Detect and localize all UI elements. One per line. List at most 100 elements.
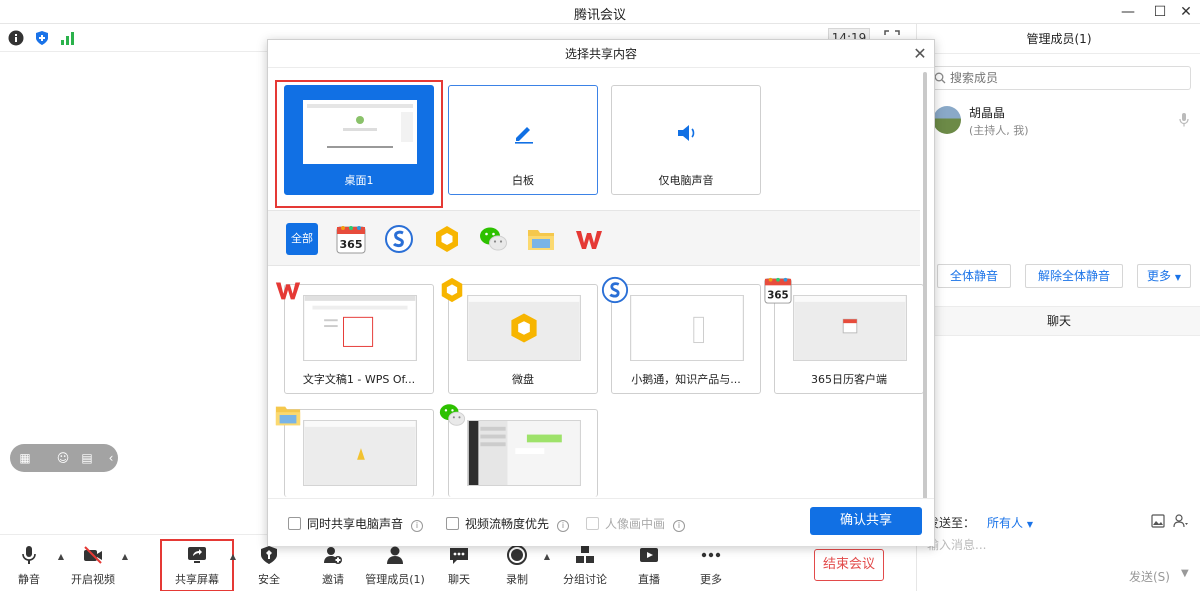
maximize-button[interactable]: ☐ [1146,2,1174,22]
portrait-checkbox [586,517,599,530]
portrait-option: 人像画中画 i [586,515,686,532]
video-smooth-option[interactable]: 视频流畅度优先 i [446,515,570,532]
more-member-actions-button[interactable]: 更多 ▼ [1137,264,1191,288]
member-row[interactable]: 胡晶晶 (主持人, 我) [917,102,1200,142]
share-screen-highlight [160,539,234,591]
security-label: 安全 [258,573,280,586]
weiyun-icon[interactable] [432,224,462,254]
share-card-audio-only[interactable]: 仅电脑声音 [611,85,761,195]
wechat-icon[interactable] [478,224,508,254]
collapse-icon[interactable]: ‹ [104,451,118,465]
sogou-browser-icon[interactable] [384,224,414,254]
record-label: 录制 [506,573,528,586]
window-title: 腾讯会议 [573,8,626,23]
window-card-label: 365日历客户端 [811,373,887,386]
window-card-browser[interactable]: 小鹅通，知识产品与... [611,284,761,394]
info-icon[interactable]: i [673,520,686,532]
window-thumbnail [630,295,744,361]
manage-members-label: 管理成员(1) [365,573,425,586]
manage-members-button[interactable]: 管理成员(1) [358,543,432,589]
speaker-icon [678,125,695,141]
breakout-label: 分组讨论 [563,573,607,586]
send-to-recipient[interactable]: 所有人 ▼ [987,516,1033,530]
start-video-label: 开启视频 [71,573,115,586]
chevron-down-icon: ▼ [1174,273,1181,282]
member-mic-icon[interactable] [1179,112,1189,128]
mute-all-button[interactable]: 全体静音 [937,264,1011,288]
chat-icon [450,548,468,564]
more-button[interactable]: 更多 [674,543,748,589]
app-filter-row: 全部 365 [268,210,920,266]
share-card-whiteboard[interactable]: 白板 [448,85,598,195]
video-smooth-checkbox[interactable] [446,517,459,530]
chat-title: 聊天 [917,306,1200,336]
member-search-input[interactable] [950,70,1180,86]
wps-icon[interactable] [574,224,604,254]
dialog-scrollbar-thumb[interactable] [923,72,927,500]
share-audio-checkbox[interactable] [288,517,301,530]
window-card-wechat[interactable] [448,409,598,497]
window-card-wps[interactable]: 文字文稿1 - WPS Of... [284,284,434,394]
search-icon [934,72,946,84]
share-dialog-title: 选择共享内容 [268,40,934,68]
signal-strength-icon[interactable] [60,30,76,46]
dialog-scrollbar[interactable] [920,70,930,500]
emoji-icon[interactable]: ☺ [56,451,70,465]
unmute-all-button[interactable]: 解除全体静音 [1025,264,1123,288]
share-card-audio-only-label: 仅电脑声音 [658,174,714,187]
share-card-desktop[interactable]: 桌面1 [284,85,434,195]
window-card-weiyun[interactable]: 微盘 [448,284,598,394]
calendar-365-icon[interactable]: 365 [336,224,366,254]
minimize-button[interactable]: — [1114,2,1142,22]
chat-settings-icon[interactable] [1173,514,1189,528]
filter-all-button[interactable]: 全部 [286,223,318,255]
record-button[interactable]: 录制 [480,543,554,589]
send-options-caret[interactable]: ▼ [1181,568,1189,579]
subtitle-icon[interactable]: ▤ [80,451,94,465]
folder-icon [275,406,301,426]
layout-grid-icon[interactable]: ▦ [18,451,32,465]
info-icon[interactable]: i [557,520,570,532]
live-icon [640,548,658,562]
microphone-icon [22,546,36,564]
folder-icon[interactable] [526,224,556,254]
breakout-icon [576,546,594,563]
svg-text:365: 365 [767,289,788,301]
window-thumbnail [467,420,581,486]
video-off-icon [84,546,102,564]
security-button[interactable]: 安全 [232,543,306,589]
share-audio-option[interactable]: 同时共享电脑声音 i [288,515,424,532]
member-name: 胡晶晶 [969,106,1006,120]
shield-icon [261,546,277,564]
chevron-down-icon: ▼ [1026,520,1034,529]
window-card-calendar[interactable]: 365日历客户端 [774,284,924,394]
end-meeting-button[interactable]: 结束会议 [814,549,884,581]
info-icon[interactable] [8,30,24,46]
window-card-explorer[interactable] [284,409,434,497]
security-shield-icon[interactable] [34,30,50,46]
video-options-caret[interactable]: ▲ [120,552,130,562]
start-video-button[interactable]: 开启视频 [56,543,130,589]
member-search[interactable] [927,66,1191,90]
more-icon [701,552,721,558]
send-button[interactable]: 发送(S) [1129,568,1170,585]
wechat-icon [439,404,466,426]
floating-view-bar: ▦ ☺ ▤ ‹ [10,444,118,472]
close-window-button[interactable]: ✕ [1172,2,1200,22]
chat-input[interactable]: 输入消息... [927,536,986,553]
close-dialog-button[interactable]: ✕ [912,46,928,62]
calendar-365-icon: 365 [764,277,792,304]
image-icon[interactable] [1151,514,1165,528]
send-to-value: 所有人 [987,516,1024,530]
members-icon [387,546,403,564]
add-person-icon [324,547,342,564]
more-label: 更多 [700,573,722,586]
info-icon[interactable]: i [411,520,424,532]
breakout-button[interactable]: 分组讨论 [548,543,622,589]
wps-icon [275,282,301,300]
avatar [933,106,961,134]
confirm-share-button[interactable]: 确认共享 [810,507,922,535]
share-audio-label: 同时共享电脑声音 [307,517,404,531]
window-thumbnail [793,295,907,361]
portrait-label: 人像画中画 [605,517,666,531]
